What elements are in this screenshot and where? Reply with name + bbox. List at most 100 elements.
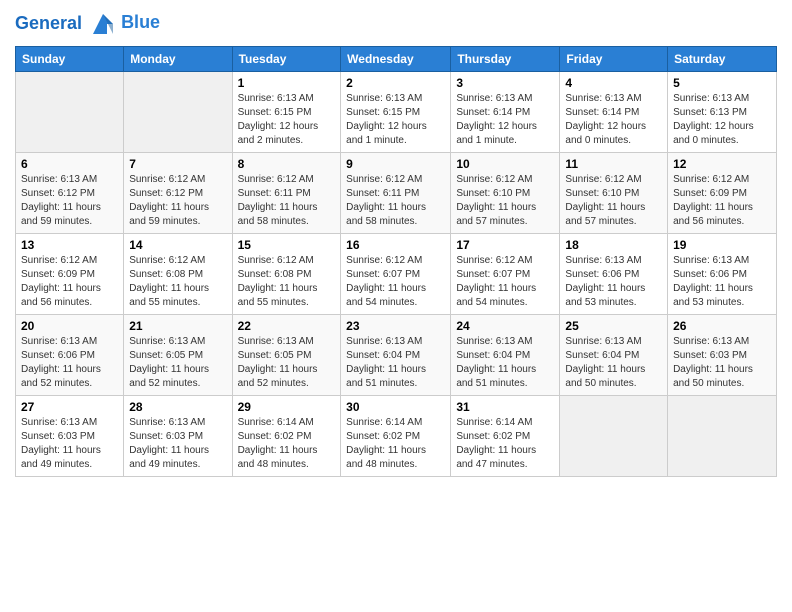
day-number: 30: [346, 400, 445, 414]
calendar-cell: [16, 72, 124, 153]
calendar-cell: 24 Sunrise: 6:13 AM Sunset: 6:04 PM Dayli…: [451, 315, 560, 396]
day-info: Sunrise: 6:14 AM Sunset: 6:02 PM Dayligh…: [238, 416, 336, 472]
day-info: Sunrise: 6:12 AM Sunset: 6:09 PM Dayligh…: [21, 254, 118, 310]
day-number: 23: [346, 319, 445, 333]
logo-text-general: General: [15, 13, 82, 33]
calendar-cell: 20 Sunrise: 6:13 AM Sunset: 6:06 PM Dayli…: [16, 315, 124, 396]
day-number: 17: [456, 238, 554, 252]
day-number: 9: [346, 157, 445, 171]
day-number: 18: [565, 238, 662, 252]
day-number: 14: [129, 238, 226, 252]
day-info: Sunrise: 6:12 AM Sunset: 6:12 PM Dayligh…: [129, 173, 226, 229]
calendar-cell: 27Sunrise: 6:13 AM Sunset: 6:03 PM Dayli…: [16, 396, 124, 477]
weekday-header-monday: Monday: [124, 47, 232, 72]
day-info: Sunrise: 6:13 AM Sunset: 6:06 PM Dayligh…: [565, 254, 662, 310]
weekday-header-wednesday: Wednesday: [341, 47, 451, 72]
day-number: 28: [129, 400, 226, 414]
calendar-cell: 11 Sunrise: 6:12 AM Sunset: 6:10 PM Dayli…: [560, 153, 668, 234]
day-number: 16: [346, 238, 445, 252]
calendar-cell: 25 Sunrise: 6:13 AM Sunset: 6:04 PM Dayli…: [560, 315, 668, 396]
day-number: 11: [565, 157, 662, 171]
day-info: Sunrise: 6:13 AM Sunset: 6:05 PM Dayligh…: [238, 335, 336, 391]
day-info: Sunrise: 6:13 AM Sunset: 6:03 PM Dayligh…: [129, 416, 226, 472]
calendar-cell: 10Sunrise: 6:12 AM Sunset: 6:10 PM Dayli…: [451, 153, 560, 234]
calendar-table: SundayMondayTuesdayWednesdayThursdayFrid…: [15, 46, 777, 477]
calendar-week-1: 1 Sunrise: 6:13 AM Sunset: 6:15 PM Daylig…: [16, 72, 777, 153]
calendar-cell: 16 Sunrise: 6:12 AM Sunset: 6:07 PM Dayli…: [341, 234, 451, 315]
day-number: 24: [456, 319, 554, 333]
calendar-cell: 14 Sunrise: 6:12 AM Sunset: 6:08 PM Dayli…: [124, 234, 232, 315]
weekday-header-tuesday: Tuesday: [232, 47, 341, 72]
weekday-header-friday: Friday: [560, 47, 668, 72]
weekday-header-thursday: Thursday: [451, 47, 560, 72]
day-number: 1: [238, 76, 336, 90]
calendar-cell: 15Sunrise: 6:12 AM Sunset: 6:08 PM Dayli…: [232, 234, 341, 315]
day-info: Sunrise: 6:12 AM Sunset: 6:10 PM Dayligh…: [565, 173, 662, 229]
calendar-cell: 13 Sunrise: 6:12 AM Sunset: 6:09 PM Dayli…: [16, 234, 124, 315]
day-info: Sunrise: 6:13 AM Sunset: 6:04 PM Dayligh…: [456, 335, 554, 391]
day-number: 31: [456, 400, 554, 414]
calendar-cell: 17 Sunrise: 6:12 AM Sunset: 6:07 PM Dayli…: [451, 234, 560, 315]
day-info: Sunrise: 6:14 AM Sunset: 6:02 PM Dayligh…: [456, 416, 554, 472]
calendar-cell: 3 Sunrise: 6:13 AM Sunset: 6:14 PM Daylig…: [451, 72, 560, 153]
day-number: 19: [673, 238, 771, 252]
day-info: Sunrise: 6:12 AM Sunset: 6:08 PM Dayligh…: [129, 254, 226, 310]
calendar-cell: 4Sunrise: 6:13 AM Sunset: 6:14 PM Daylig…: [560, 72, 668, 153]
day-info: Sunrise: 6:13 AM Sunset: 6:04 PM Dayligh…: [565, 335, 662, 391]
calendar-week-5: 27 Sunrise: 6:13 AM Sunset: 6:03 PM Dayli…: [16, 396, 777, 477]
day-number: 2: [346, 76, 445, 90]
day-info: Sunrise: 6:14 AM Sunset: 6:02 PM Dayligh…: [346, 416, 445, 472]
day-info: Sunrise: 6:13 AM Sunset: 6:15 PM Dayligh…: [238, 92, 336, 148]
day-number: 7: [129, 157, 226, 171]
weekday-header-saturday: Saturday: [668, 47, 777, 72]
calendar-week-2: 6 Sunrise: 6:13 AM Sunset: 6:12 PM Daylig…: [16, 153, 777, 234]
day-number: 13: [21, 238, 118, 252]
page-header: General Blue: [15, 10, 777, 38]
day-info: Sunrise: 6:12 AM Sunset: 6:07 PM Dayligh…: [456, 254, 554, 310]
day-info: Sunrise: 6:13 AM Sunset: 6:13 PM Dayligh…: [673, 92, 771, 148]
calendar-cell: 28 Sunrise: 6:13 AM Sunset: 6:03 PM Dayli…: [124, 396, 232, 477]
day-info: Sunrise: 6:13 AM Sunset: 6:14 PM Dayligh…: [456, 92, 554, 148]
day-info: Sunrise: 6:12 AM Sunset: 6:09 PM Dayligh…: [673, 173, 771, 229]
calendar-week-3: 13 Sunrise: 6:12 AM Sunset: 6:09 PM Dayli…: [16, 234, 777, 315]
day-number: 12: [673, 157, 771, 171]
day-number: 21: [129, 319, 226, 333]
day-number: 26: [673, 319, 771, 333]
calendar-cell: 21Sunrise: 6:13 AM Sunset: 6:05 PM Dayli…: [124, 315, 232, 396]
day-info: Sunrise: 6:12 AM Sunset: 6:08 PM Dayligh…: [238, 254, 336, 310]
day-info: Sunrise: 6:13 AM Sunset: 6:06 PM Dayligh…: [21, 335, 118, 391]
calendar-cell: [124, 72, 232, 153]
calendar-cell: 7 Sunrise: 6:12 AM Sunset: 6:12 PM Daylig…: [124, 153, 232, 234]
calendar-cell: 30 Sunrise: 6:14 AM Sunset: 6:02 PM Dayli…: [341, 396, 451, 477]
day-number: 25: [565, 319, 662, 333]
calendar-cell: 31 Sunrise: 6:14 AM Sunset: 6:02 PM Dayli…: [451, 396, 560, 477]
calendar-cell: 18 Sunrise: 6:13 AM Sunset: 6:06 PM Dayli…: [560, 234, 668, 315]
calendar-cell: 8Sunrise: 6:12 AM Sunset: 6:11 PM Daylig…: [232, 153, 341, 234]
calendar-cell: 22 Sunrise: 6:13 AM Sunset: 6:05 PM Dayli…: [232, 315, 341, 396]
day-number: 27: [21, 400, 118, 414]
day-number: 20: [21, 319, 118, 333]
calendar-cell: 29Sunrise: 6:14 AM Sunset: 6:02 PM Dayli…: [232, 396, 341, 477]
calendar-cell: 5 Sunrise: 6:13 AM Sunset: 6:13 PM Daylig…: [668, 72, 777, 153]
calendar-week-4: 20 Sunrise: 6:13 AM Sunset: 6:06 PM Dayli…: [16, 315, 777, 396]
calendar-cell: 26Sunrise: 6:13 AM Sunset: 6:03 PM Dayli…: [668, 315, 777, 396]
calendar-cell: [560, 396, 668, 477]
day-number: 5: [673, 76, 771, 90]
day-number: 8: [238, 157, 336, 171]
day-number: 22: [238, 319, 336, 333]
logo-icon: [89, 10, 117, 38]
weekday-header-row: SundayMondayTuesdayWednesdayThursdayFrid…: [16, 47, 777, 72]
day-number: 10: [456, 157, 554, 171]
day-info: Sunrise: 6:13 AM Sunset: 6:15 PM Dayligh…: [346, 92, 445, 148]
logo-text-blue: Blue: [121, 13, 160, 33]
day-info: Sunrise: 6:13 AM Sunset: 6:04 PM Dayligh…: [346, 335, 445, 391]
day-number: 6: [21, 157, 118, 171]
day-number: 3: [456, 76, 554, 90]
calendar-cell: 9Sunrise: 6:12 AM Sunset: 6:11 PM Daylig…: [341, 153, 451, 234]
day-info: Sunrise: 6:13 AM Sunset: 6:12 PM Dayligh…: [21, 173, 118, 229]
day-info: Sunrise: 6:12 AM Sunset: 6:07 PM Dayligh…: [346, 254, 445, 310]
calendar-cell: 2 Sunrise: 6:13 AM Sunset: 6:15 PM Daylig…: [341, 72, 451, 153]
day-info: Sunrise: 6:13 AM Sunset: 6:06 PM Dayligh…: [673, 254, 771, 310]
logo: General Blue: [15, 10, 160, 38]
day-info: Sunrise: 6:13 AM Sunset: 6:14 PM Dayligh…: [565, 92, 662, 148]
